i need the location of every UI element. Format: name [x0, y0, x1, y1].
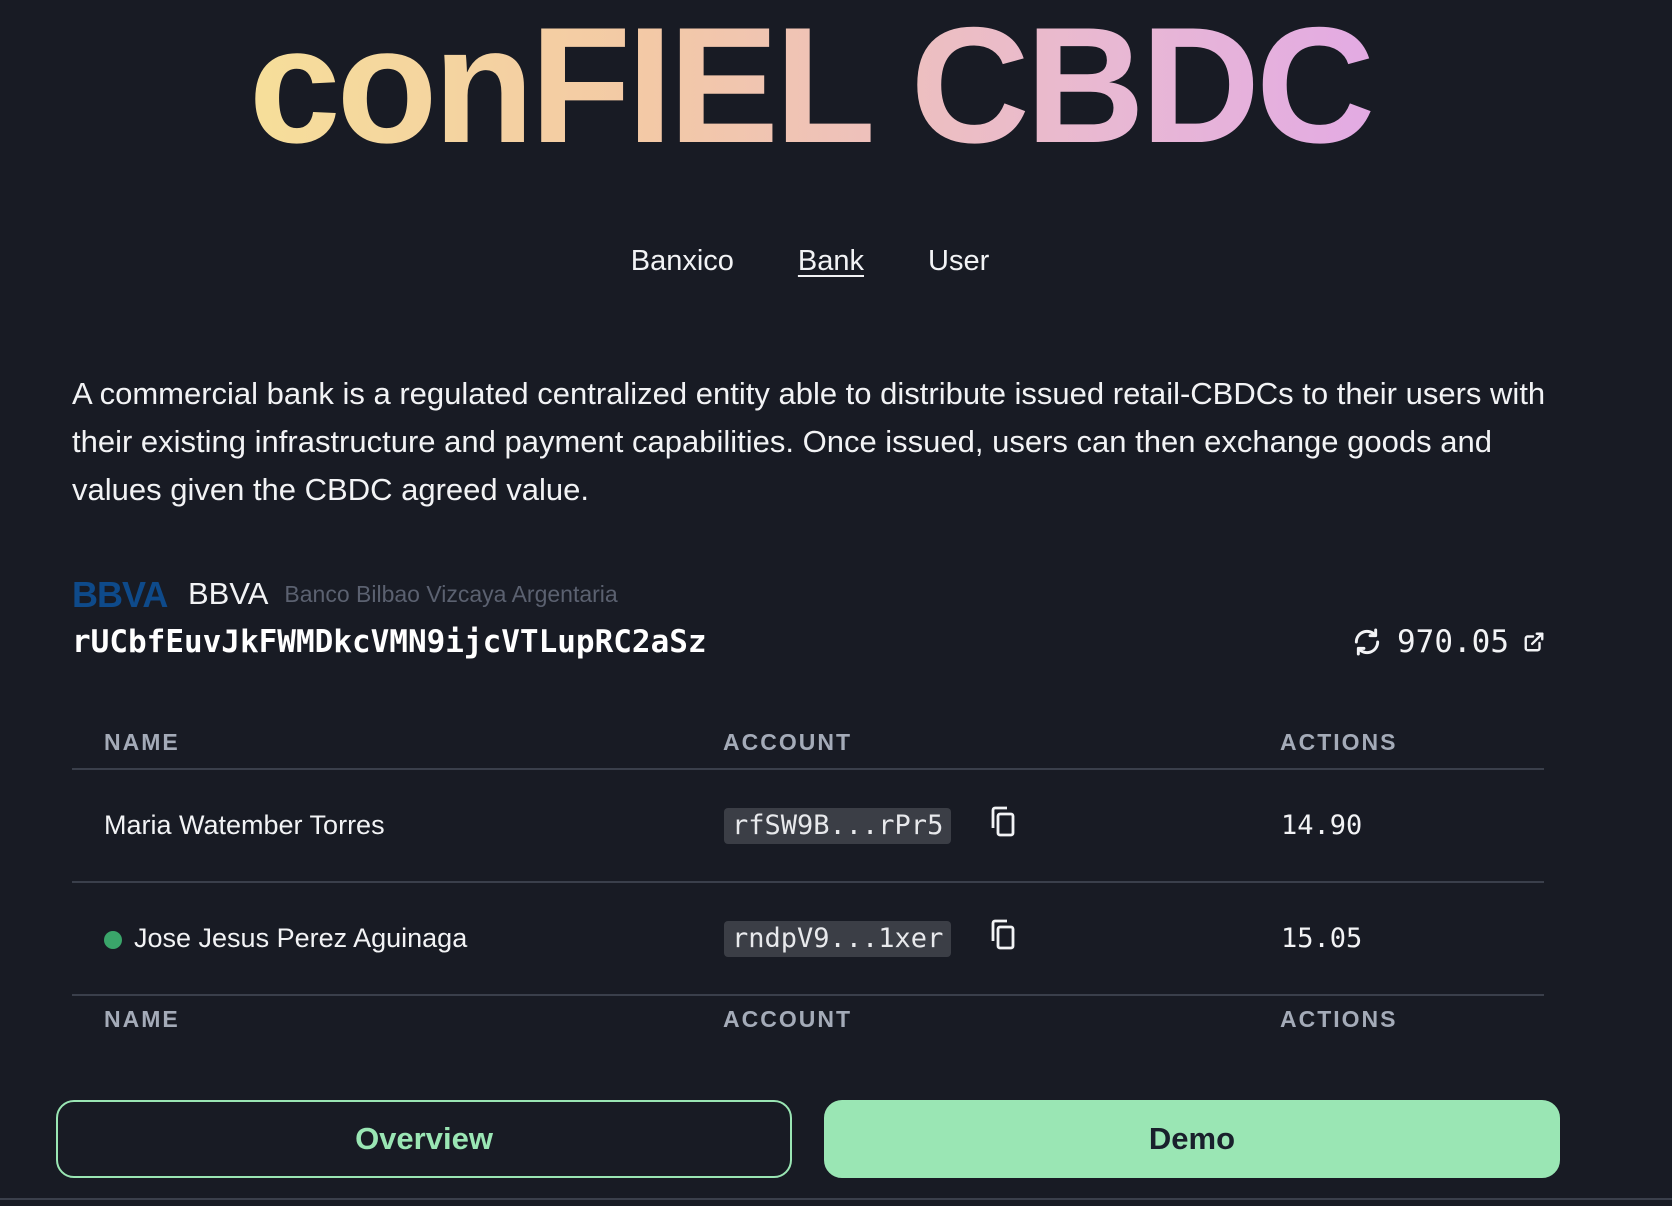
bbva-logo: BBVA: [72, 578, 169, 610]
bank-description: A commercial bank is a regulated central…: [72, 376, 1546, 507]
demo-button[interactable]: Demo: [824, 1100, 1560, 1178]
external-link-icon[interactable]: [1523, 631, 1545, 653]
status-dot-icon: [104, 930, 122, 949]
table-row: Maria Watember Torres rfSW9B...rPr5 14.9…: [72, 769, 1544, 882]
column-header-name: NAME: [104, 729, 180, 755]
user-name: Jose Jesus Perez Aguinaga: [134, 923, 468, 953]
footer-header-account: ACCOUNT: [723, 1006, 852, 1032]
main-nav: Banxico Bank User: [0, 245, 1620, 278]
actions-cell: 15.05: [1280, 882, 1544, 995]
page: conFIEL CBDC Banxico Bank User A commerc…: [0, 0, 1672, 1206]
nav-item-banxico[interactable]: Banxico: [631, 245, 734, 278]
bank-balance: 970.05: [1351, 624, 1545, 660]
bbva-logo-text: BBVA: [72, 578, 168, 610]
page-title: conFIEL CBDC: [0, 0, 1620, 170]
refresh-icon[interactable]: [1351, 626, 1383, 658]
table-row: Jose Jesus Perez Aguinaga rndpV9...1xer …: [72, 882, 1544, 995]
bank-address: rUCbfEuvJkFWMDkcVMN9ijcVTLupRC2aSz: [72, 624, 707, 660]
footer-header-actions: ACTIONS: [1280, 1006, 1398, 1032]
user-balance: 15.05: [1281, 923, 1363, 954]
balance-value: 970.05: [1397, 624, 1509, 660]
nav-item-user[interactable]: User: [928, 245, 989, 278]
user-balance: 14.90: [1281, 810, 1363, 841]
footer-header-name: NAME: [104, 1006, 180, 1032]
user-name-cell: Maria Watember Torres: [72, 769, 723, 882]
action-buttons: Overview Demo: [56, 1100, 1560, 1178]
account-address: rndpV9...1xer: [724, 920, 952, 957]
actions-cell: 14.90: [1280, 769, 1544, 882]
user-name: Maria Watember Torres: [104, 810, 385, 840]
account-cell: rndpV9...1xer: [723, 882, 1280, 995]
column-header-account: ACCOUNT: [723, 729, 852, 755]
table-header-row: NAME ACCOUNT ACTIONS: [72, 715, 1544, 769]
nav-item-bank[interactable]: Bank: [798, 245, 864, 278]
copy-icon[interactable]: [989, 806, 1017, 845]
copy-icon[interactable]: [989, 919, 1017, 958]
accounts-table: NAME ACCOUNT ACTIONS Maria Watember Torr…: [72, 715, 1544, 1045]
bank-header: BBVA BBVA Banco Bilbao Vizcaya Argentari…: [72, 576, 618, 612]
bottom-divider: [0, 1198, 1672, 1200]
bank-full-name: Banco Bilbao Vizcaya Argentaria: [284, 580, 618, 607]
bank-name: BBVA: [188, 576, 269, 611]
account-cell: rfSW9B...rPr5: [723, 769, 1280, 882]
account-address: rfSW9B...rPr5: [724, 807, 952, 844]
user-name-cell: Jose Jesus Perez Aguinaga: [72, 882, 723, 995]
column-header-actions: ACTIONS: [1280, 729, 1398, 755]
overview-button[interactable]: Overview: [56, 1100, 792, 1178]
table-footer-row: NAME ACCOUNT ACTIONS: [72, 995, 1544, 1045]
